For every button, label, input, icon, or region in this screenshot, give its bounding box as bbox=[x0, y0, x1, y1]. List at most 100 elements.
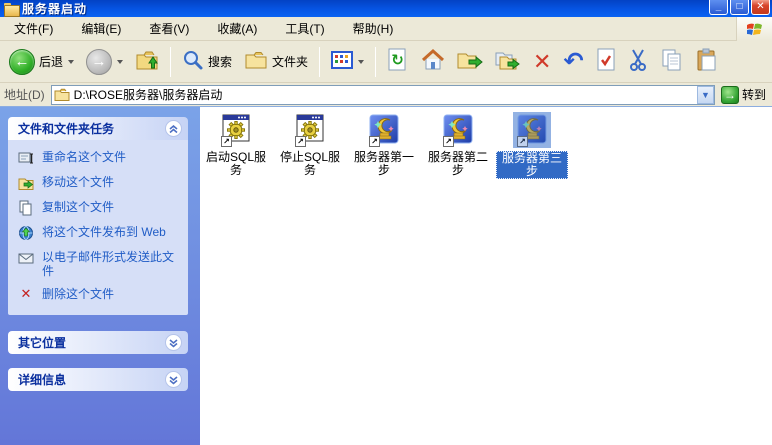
back-icon: ← bbox=[9, 49, 35, 75]
copy-to-button[interactable] bbox=[490, 45, 526, 78]
file-stop-sql-service[interactable]: ↗ 停止SQL服务 bbox=[274, 112, 346, 177]
menu-help[interactable]: 帮助(H) bbox=[339, 16, 408, 41]
folder-icon bbox=[54, 88, 70, 101]
file-list: ↗ 启动SQL服务 bbox=[200, 107, 772, 445]
up-button[interactable] bbox=[130, 44, 164, 79]
move-icon bbox=[18, 175, 34, 191]
delete-icon: ✕ bbox=[18, 287, 34, 303]
task-publish-file-web[interactable]: 将这个文件发布到 Web bbox=[18, 225, 182, 241]
svg-text:↻: ↻ bbox=[391, 52, 404, 69]
go-button[interactable]: → 转到 bbox=[719, 86, 770, 104]
task-copy-file[interactable]: 复制这个文件 bbox=[18, 200, 182, 216]
properties-icon bbox=[596, 48, 616, 75]
home-icon bbox=[421, 48, 445, 75]
minimize-button[interactable]: _ bbox=[709, 0, 728, 15]
close-button[interactable]: ✕ bbox=[751, 0, 770, 15]
sql-service-shortcut-icon: ↗ bbox=[294, 113, 326, 148]
task-move-file[interactable]: 移动这个文件 bbox=[18, 175, 182, 191]
task-email-file[interactable]: 以电子邮件形式发送此文件 bbox=[18, 250, 182, 278]
panel-body-file-tasks: 重命名这个文件 移动这个文件 bbox=[8, 140, 188, 315]
maximize-button[interactable]: □ bbox=[730, 0, 749, 15]
toolbar-separator bbox=[170, 47, 171, 77]
search-label: 搜索 bbox=[208, 53, 232, 70]
forward-icon: → bbox=[86, 49, 112, 75]
toolbar: ← 后退 → 搜索 bbox=[0, 41, 772, 83]
paste-button[interactable] bbox=[691, 44, 723, 79]
file-server-step-one[interactable]: ↗ 服务器第一步 bbox=[348, 112, 420, 177]
shortcut-arrow-icon: ↗ bbox=[443, 136, 454, 147]
menubar: 文件(F) 编辑(E) 查看(V) 收藏(A) 工具(T) 帮助(H) bbox=[0, 17, 772, 41]
copy-button[interactable] bbox=[655, 44, 689, 79]
file-server-step-two[interactable]: ↗ 服务器第二步 bbox=[422, 112, 494, 177]
panel-file-tasks: 文件和文件夹任务 bbox=[8, 117, 188, 315]
views-icon bbox=[331, 51, 353, 72]
task-label: 以电子邮件形式发送此文件 bbox=[42, 250, 182, 278]
cut-icon bbox=[628, 48, 648, 75]
file-label: 停止SQL服务 bbox=[274, 151, 346, 177]
panel-title: 文件和文件夹任务 bbox=[18, 120, 114, 137]
home-button[interactable] bbox=[416, 44, 450, 79]
move-to-icon bbox=[457, 49, 483, 74]
move-to-button[interactable] bbox=[452, 45, 488, 78]
properties-button[interactable] bbox=[591, 44, 621, 79]
refresh-button[interactable]: ↻ bbox=[382, 44, 414, 79]
content-area: 文件和文件夹任务 bbox=[0, 107, 772, 445]
back-button[interactable]: ← 后退 bbox=[4, 45, 79, 79]
panel-header-other-places[interactable]: 其它位置 bbox=[8, 331, 188, 354]
file-start-sql-service[interactable]: ↗ 启动SQL服务 bbox=[200, 112, 272, 177]
task-delete-file[interactable]: ✕ 删除这个文件 bbox=[18, 287, 182, 303]
search-icon bbox=[182, 49, 204, 74]
address-label: 地址(D) bbox=[2, 86, 47, 103]
menu-favorites[interactable]: 收藏(A) bbox=[203, 16, 271, 41]
chevron-up-icon[interactable] bbox=[165, 120, 182, 137]
sql-service-shortcut-icon: ↗ bbox=[220, 113, 252, 148]
cut-button[interactable] bbox=[623, 44, 653, 79]
undo-button[interactable]: ↶ bbox=[558, 47, 588, 77]
panel-header-file-tasks[interactable]: 文件和文件夹任务 bbox=[8, 117, 188, 140]
email-icon bbox=[18, 250, 34, 266]
folders-label: 文件夹 bbox=[272, 53, 308, 70]
forward-button[interactable]: → bbox=[81, 45, 128, 79]
task-label: 将这个文件发布到 Web bbox=[42, 225, 166, 239]
menu-tools[interactable]: 工具(T) bbox=[271, 16, 338, 41]
paste-icon bbox=[696, 48, 718, 75]
views-dropdown-icon bbox=[358, 60, 364, 64]
copy-icon bbox=[660, 48, 684, 75]
folders-button[interactable]: 文件夹 bbox=[239, 45, 313, 78]
address-input[interactable]: D:\ROSE服务器\服务器启动 ▼ bbox=[51, 85, 715, 105]
file-server-step-three[interactable]: ↗ 服务器第三步 bbox=[496, 112, 568, 179]
search-button[interactable]: 搜索 bbox=[177, 45, 237, 78]
go-arrow-icon: → bbox=[721, 86, 739, 104]
rename-icon bbox=[18, 150, 34, 166]
menu-view[interactable]: 查看(V) bbox=[135, 16, 203, 41]
address-path: D:\ROSE服务器\服务器启动 bbox=[74, 86, 223, 103]
addressbar: 地址(D) D:\ROSE服务器\服务器启动 ▼ → 转到 bbox=[0, 83, 772, 107]
file-label: 服务器第二步 bbox=[422, 151, 494, 177]
taskpane: 文件和文件夹任务 bbox=[0, 107, 200, 445]
delete-button[interactable]: ✕ bbox=[528, 47, 556, 77]
task-rename-file[interactable]: 重命名这个文件 bbox=[18, 150, 182, 166]
chevron-down-icon[interactable] bbox=[165, 371, 182, 388]
address-dropdown-icon[interactable]: ▼ bbox=[697, 86, 714, 104]
shortcut-arrow-icon: ↗ bbox=[369, 136, 380, 147]
file-label: 服务器第三步 bbox=[496, 151, 568, 179]
menu-edit[interactable]: 编辑(E) bbox=[67, 16, 135, 41]
titlebar: 服务器启动 _ □ ✕ bbox=[0, 0, 772, 17]
windows-logo-icon bbox=[736, 17, 772, 41]
panel-header-details[interactable]: 详细信息 bbox=[8, 368, 188, 391]
explorer-window: 服务器启动 _ □ ✕ 文件(F) 编辑(E) 查看(V) 收藏(A) 工具(T… bbox=[0, 0, 772, 445]
panel-title: 详细信息 bbox=[18, 371, 66, 388]
menu-file[interactable]: 文件(F) bbox=[0, 16, 67, 41]
shortcut-arrow-icon: ↗ bbox=[221, 136, 232, 147]
rose-server-shortcut-icon: ↗ bbox=[516, 113, 548, 148]
chevron-down-icon[interactable] bbox=[165, 334, 182, 351]
delete-icon: ✕ bbox=[533, 51, 551, 73]
window-title: 服务器启动 bbox=[22, 0, 87, 17]
back-label: 后退 bbox=[39, 53, 63, 70]
views-button[interactable] bbox=[326, 47, 369, 76]
task-label: 移动这个文件 bbox=[42, 175, 114, 189]
task-label: 重命名这个文件 bbox=[42, 150, 126, 164]
toolbar-separator bbox=[375, 47, 376, 77]
go-label: 转到 bbox=[742, 86, 766, 103]
folders-icon bbox=[244, 49, 268, 74]
